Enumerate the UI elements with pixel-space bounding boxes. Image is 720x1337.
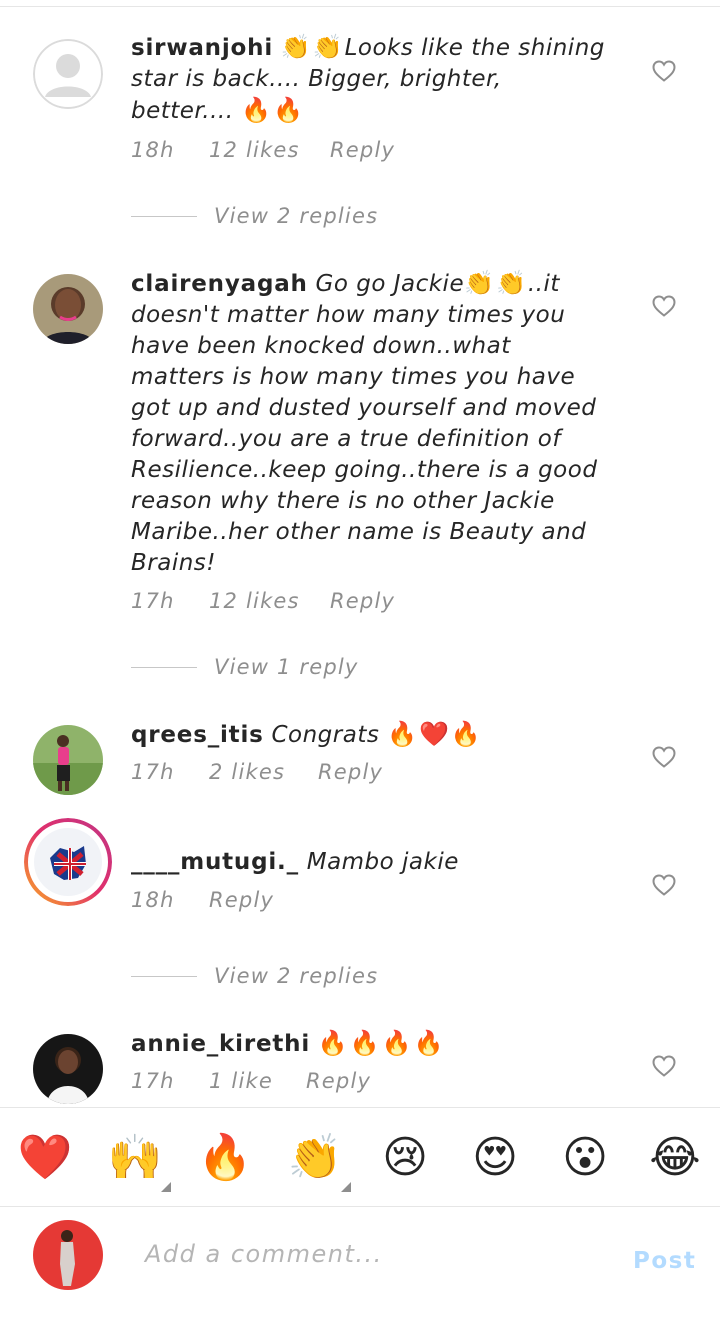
avatar[interactable]	[33, 725, 103, 795]
comment-text: Mambo jakie	[306, 849, 459, 875]
current-user-avatar	[33, 1220, 103, 1290]
crying-face-emoji-button[interactable]: 😢	[375, 1130, 435, 1186]
view-replies-label: View 1 reply	[214, 655, 359, 679]
comment-username[interactable]: annie_kirethi	[131, 1031, 310, 1057]
view-replies-button[interactable]: View 2 replies	[131, 201, 378, 231]
comment-meta: 18h Reply	[131, 888, 274, 912]
comment-likes[interactable]: 2 likes	[209, 760, 318, 784]
reply-button[interactable]: Reply	[330, 138, 395, 162]
comment-emoji: 🔥🔥🔥🔥	[317, 1029, 446, 1057]
heart-eyes-emoji-button[interactable]: 😍	[465, 1130, 525, 1186]
avatar[interactable]	[33, 1034, 103, 1104]
profile-photo-icon	[33, 1034, 103, 1104]
comment-text: Go go Jackie	[315, 271, 465, 297]
replies-divider	[131, 666, 197, 668]
comment-time: 18h	[131, 888, 175, 912]
comment-composer: Add a comment... Post	[0, 1208, 720, 1337]
comment-likes[interactable]: 1 like	[209, 1069, 306, 1093]
comment-body: clairenyagah Go go Jackie👏👏..it doesn't …	[131, 268, 611, 579]
reply-button[interactable]: Reply	[318, 760, 383, 784]
comment-time: 17h	[131, 760, 175, 784]
avatar[interactable]	[24, 818, 112, 906]
view-replies-label: View 2 replies	[214, 964, 379, 988]
comment-emoji: 👏👏	[280, 33, 345, 61]
like-heart-icon[interactable]	[652, 60, 676, 82]
comment-likes[interactable]: 12 likes	[209, 138, 330, 162]
clapping-hands-emoji: 👏	[287, 1132, 343, 1183]
comment-time: 18h	[131, 138, 175, 162]
replies-divider	[131, 215, 197, 217]
comment-input[interactable]: Add a comment...	[145, 1240, 383, 1268]
emoji-quick-bar: ❤️ 🙌 🔥 👏 😢 😍 😮 😂	[0, 1107, 720, 1207]
skin-tone-indicator-icon	[161, 1182, 171, 1192]
view-replies-label: View 2 replies	[214, 204, 379, 228]
joy-face-emoji-button[interactable]: 😂	[645, 1130, 705, 1186]
comment-emoji: 🔥❤️🔥	[387, 720, 483, 748]
raising-hands-emoji-button[interactable]: 🙌	[105, 1130, 171, 1192]
raising-hands-emoji: 🙌	[107, 1132, 163, 1183]
comment-time: 17h	[131, 589, 175, 613]
replies-divider	[131, 975, 197, 977]
reply-button[interactable]: Reply	[306, 1069, 371, 1093]
clapping-hands-emoji-button[interactable]: 👏	[285, 1130, 351, 1192]
comment-emoji: 👏👏	[464, 269, 528, 297]
profile-photo-icon	[33, 1220, 103, 1290]
comment-body: sirwanjohi 👏👏Looks like the shining star…	[131, 32, 611, 127]
comment-body: annie_kirethi 🔥🔥🔥🔥	[131, 1028, 611, 1060]
profile-photo-icon	[33, 725, 103, 795]
story-ring-icon	[24, 818, 112, 906]
avatar[interactable]	[33, 39, 103, 109]
like-heart-icon[interactable]	[652, 874, 676, 896]
view-replies-button[interactable]: View 1 reply	[131, 652, 359, 682]
comment-likes[interactable]: 12 likes	[209, 589, 330, 613]
comment-meta: 17h 2 likes Reply	[131, 760, 383, 784]
post-button[interactable]: Post	[633, 1248, 696, 1274]
comment-username[interactable]: ____mutugi._	[131, 849, 299, 875]
profile-photo-icon	[33, 274, 103, 344]
fire-emoji-button[interactable]: 🔥	[195, 1130, 255, 1186]
comment-emoji: 🔥🔥	[241, 96, 306, 124]
comment-body: qrees_itis Congrats 🔥❤️🔥	[131, 719, 611, 751]
comment-username[interactable]: qrees_itis	[131, 722, 264, 748]
comment-meta: 17h 12 likes Reply	[131, 589, 395, 613]
comment-username[interactable]: clairenyagah	[131, 271, 308, 297]
comment-time: 17h	[131, 1069, 175, 1093]
top-divider	[0, 6, 720, 7]
avatar[interactable]	[33, 274, 103, 344]
comment-text: ..it doesn't matter how many times you h…	[131, 271, 598, 576]
reply-button[interactable]: Reply	[209, 888, 274, 912]
comment-text: Congrats	[271, 722, 380, 748]
like-heart-icon[interactable]	[652, 746, 676, 768]
comment-meta: 18h 12 likes Reply	[131, 138, 395, 162]
surprised-face-emoji-button[interactable]: 😮	[555, 1130, 615, 1186]
comment-meta: 17h 1 like Reply	[131, 1069, 371, 1093]
default-avatar-icon	[33, 39, 103, 109]
comment-body: ____mutugi._ Mambo jakie	[131, 847, 611, 878]
view-replies-button[interactable]: View 2 replies	[131, 961, 378, 991]
skin-tone-indicator-icon	[341, 1182, 351, 1192]
reply-button[interactable]: Reply	[330, 589, 395, 613]
heart-emoji-button[interactable]: ❤️	[15, 1130, 75, 1186]
like-heart-icon[interactable]	[652, 295, 676, 317]
like-heart-icon[interactable]	[652, 1055, 676, 1077]
comment-username[interactable]: sirwanjohi	[131, 35, 273, 61]
